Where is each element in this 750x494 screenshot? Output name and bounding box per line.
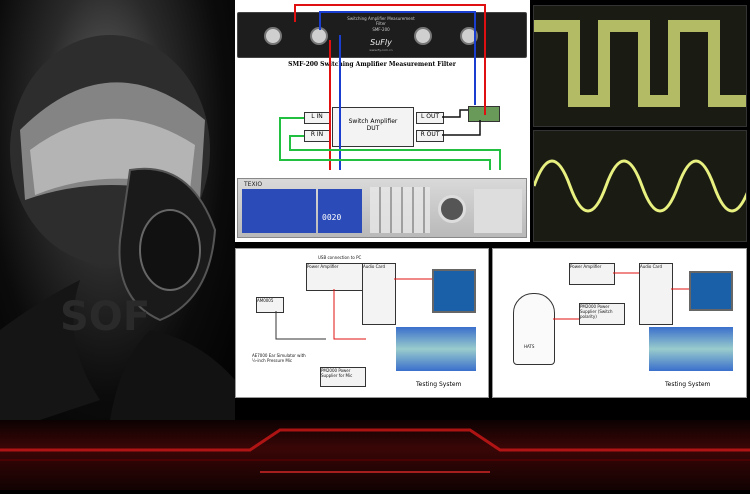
blue-wire (319, 11, 476, 105)
analyzer-brand: TEXIO (244, 181, 263, 188)
svg-text:SOF: SOF (60, 294, 150, 340)
black-wire (442, 109, 468, 118)
test-setup-diagram-left: USB connection to PC Power Amplifier Aud… (235, 248, 489, 398)
red-wire (294, 4, 486, 115)
helmet-illustration: SOF (0, 35, 235, 420)
pilot-helmet-image: SOF (0, 0, 235, 420)
analyzer-dial (438, 195, 466, 223)
left-diagram-wires (275, 278, 432, 340)
sine-wave-trace (532, 159, 750, 213)
bottom-bar-ornament (0, 428, 750, 473)
scope-square-wave (533, 5, 747, 127)
analyzer-keypad (370, 187, 430, 233)
decorative-bottom-bar (0, 420, 750, 490)
analyzer-screen (242, 189, 316, 233)
analyzer-readout: 0020 (322, 213, 342, 222)
analyzer-connectors (474, 189, 522, 233)
test-setup-diagram-right: Power Amplifier Audio Card HATS PM2000 P… (492, 248, 747, 398)
audio-analyzer: TEXIO 0020 (237, 178, 527, 238)
right-diagram-wires (553, 272, 689, 320)
square-wave-trace (534, 20, 746, 107)
analyzer-screen-2: 0020 (318, 189, 362, 233)
scope-sine-wave (532, 130, 750, 242)
black-wire (442, 120, 481, 136)
